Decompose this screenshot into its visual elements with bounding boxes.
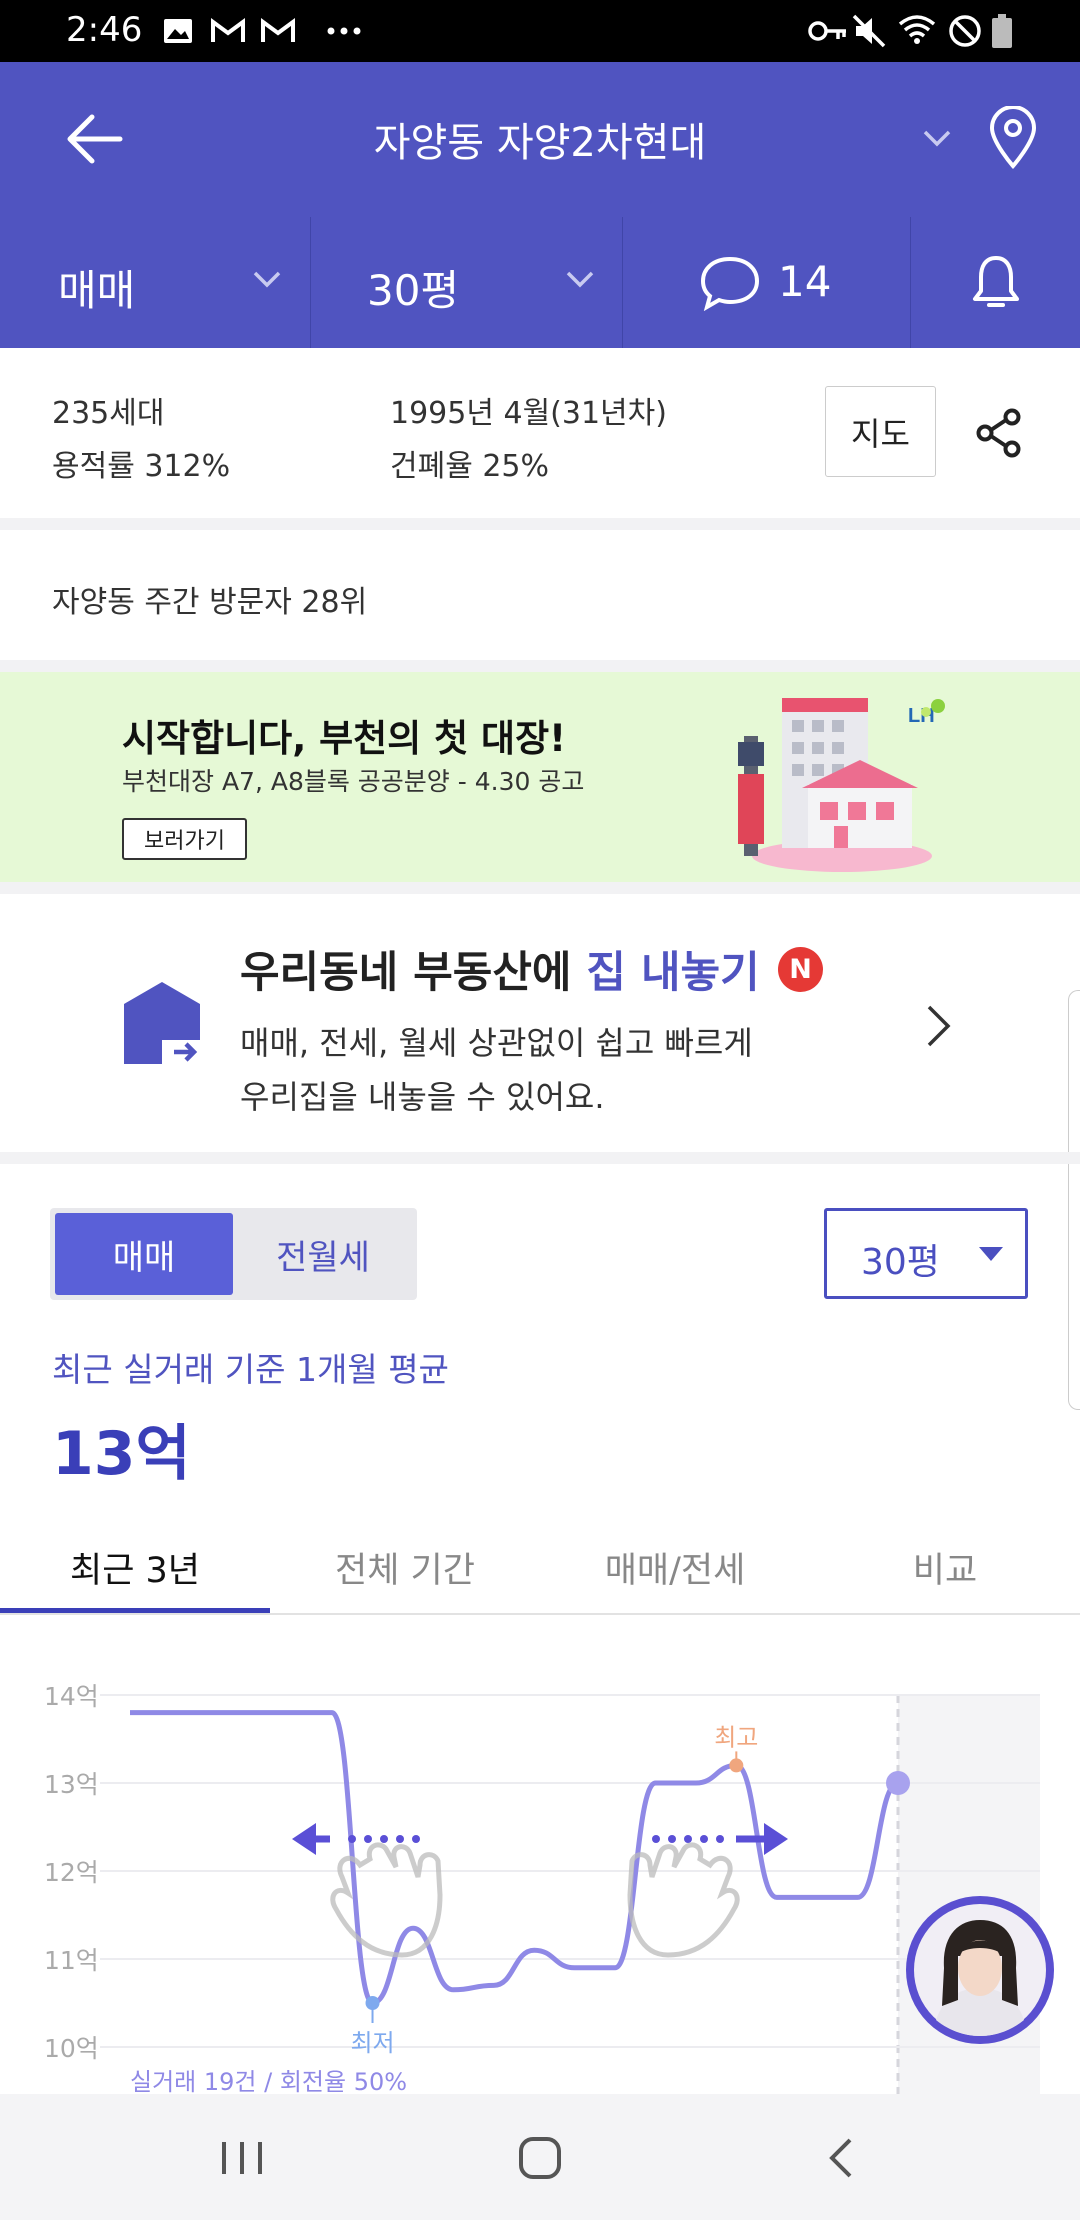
assistant-avatar-button[interactable] bbox=[906, 1896, 1054, 2044]
sell-promo-title-accent: 집 내놓기 bbox=[586, 948, 760, 998]
system-nav-bar bbox=[0, 2094, 1080, 2220]
alert-button[interactable] bbox=[911, 217, 1080, 348]
chevron-down-icon bbox=[253, 271, 281, 288]
more-dots-icon bbox=[327, 27, 361, 35]
sell-promo-desc-1: 매매, 전세, 월세 상관없이 쉽고 빠르게 bbox=[240, 1024, 753, 1062]
back-icon[interactable] bbox=[826, 2136, 856, 2180]
section-divider bbox=[0, 882, 1080, 894]
coverage-ratio: 건폐율 25% bbox=[390, 449, 550, 484]
households: 235세대 bbox=[52, 396, 165, 431]
section-divider bbox=[0, 1152, 1080, 1164]
comments-button[interactable]: 14 bbox=[623, 217, 911, 348]
app-header: 자양동 자양2차현대 bbox=[0, 62, 1080, 217]
gmail-icon bbox=[261, 18, 295, 42]
sell-promo-desc-2: 우리집을 내놓을 수 있어요. bbox=[240, 1078, 605, 1116]
tab-sale-jeonse[interactable]: 매매/전세 bbox=[540, 1520, 810, 1615]
size-dropdown-label: 30평 bbox=[861, 1242, 940, 1283]
map-button[interactable]: 지도 bbox=[825, 386, 936, 477]
filter-bar: 매매 30평 14 bbox=[0, 217, 1080, 348]
key-icon bbox=[808, 21, 846, 41]
image-icon bbox=[164, 19, 192, 43]
speech-bubble-icon bbox=[700, 256, 760, 311]
dnd-icon bbox=[949, 15, 981, 47]
status-time: 2:46 bbox=[66, 10, 143, 50]
home-icon[interactable] bbox=[518, 2136, 562, 2180]
floor-area-ratio: 용적률 312% bbox=[52, 449, 231, 484]
trade-type-selector[interactable]: 매매 bbox=[0, 217, 311, 348]
tab-compare[interactable]: 비교 bbox=[810, 1520, 1080, 1615]
house-upload-icon bbox=[124, 982, 200, 1064]
banner-subtitle: 부천대장 A7, A8블록 공공분양 - 4.30 공고 bbox=[122, 767, 585, 796]
new-badge: N bbox=[778, 947, 823, 992]
gmail-icon bbox=[211, 18, 245, 42]
built-year: 1995년 4월(31년차) bbox=[390, 396, 667, 431]
trade-type-label: 매매 bbox=[58, 266, 136, 315]
avatar bbox=[914, 1904, 1046, 2036]
comment-count: 14 bbox=[778, 257, 832, 306]
recent-apps-icon[interactable] bbox=[220, 2138, 264, 2178]
sell-promo-title-prefix: 우리동네 부동산에 bbox=[240, 948, 587, 998]
promo-banner[interactable]: 시작합니다, 부천의 첫 대장! 부천대장 A7, A8블록 공공분양 - 4.… bbox=[0, 672, 1080, 882]
status-bar: 2:46 bbox=[0, 0, 1080, 62]
mute-icon bbox=[852, 14, 886, 48]
chevron-right-icon[interactable] bbox=[924, 1003, 954, 1049]
size-dropdown[interactable]: 30평 bbox=[824, 1208, 1028, 1299]
low-label: 최저 bbox=[350, 2029, 394, 2057]
page-title[interactable]: 자양동 자양2차현대 bbox=[0, 110, 1080, 168]
side-drawer-handle[interactable] bbox=[1068, 990, 1080, 1410]
latest-point bbox=[886, 1771, 910, 1795]
size-label: 30평 bbox=[367, 266, 460, 315]
chevron-down-icon[interactable] bbox=[922, 128, 952, 148]
swipe-hint-left bbox=[292, 1823, 443, 1958]
map-pin-icon[interactable] bbox=[988, 106, 1038, 170]
swipe-hint-right bbox=[627, 1823, 788, 1958]
chart-footer: 실거래 19건 / 회전율 50% bbox=[130, 2068, 407, 2094]
high-label: 최고 bbox=[714, 1723, 758, 1751]
avg-price-value: 13억 bbox=[52, 1419, 191, 1489]
banner-title: 시작합니다, 부천의 첫 대장! bbox=[122, 717, 567, 760]
toggle-rent[interactable]: 전월세 bbox=[233, 1213, 413, 1295]
section-divider bbox=[0, 660, 1080, 672]
tab-all-period[interactable]: 전체 기간 bbox=[270, 1520, 540, 1615]
toggle-sale[interactable]: 매매 bbox=[55, 1213, 233, 1295]
tab-recent-3y[interactable]: 최근 3년 bbox=[0, 1520, 270, 1615]
battery-icon bbox=[992, 14, 1012, 48]
sell-promo-title: 우리동네 부동산에 집 내놓기 bbox=[240, 938, 760, 1000]
apartment-illustration: LH bbox=[738, 698, 945, 872]
caret-down-icon bbox=[979, 1247, 1003, 1261]
avg-price-caption: 최근 실거래 기준 1개월 평균 bbox=[52, 1350, 449, 1389]
lh-logo: LH bbox=[908, 705, 935, 727]
bell-icon bbox=[973, 256, 1019, 307]
active-tab-indicator bbox=[0, 1608, 270, 1613]
share-icon[interactable] bbox=[976, 408, 1022, 458]
trade-toggle: 매매 전월세 bbox=[50, 1208, 417, 1300]
section-divider bbox=[0, 518, 1080, 530]
size-selector[interactable]: 30평 bbox=[311, 217, 623, 348]
wifi-icon bbox=[898, 15, 936, 44]
visitor-ranking[interactable]: 자양동 주간 방문자 28위 bbox=[52, 577, 367, 621]
banner-view-button[interactable]: 보러가기 bbox=[122, 818, 247, 860]
chevron-down-icon bbox=[566, 271, 594, 288]
